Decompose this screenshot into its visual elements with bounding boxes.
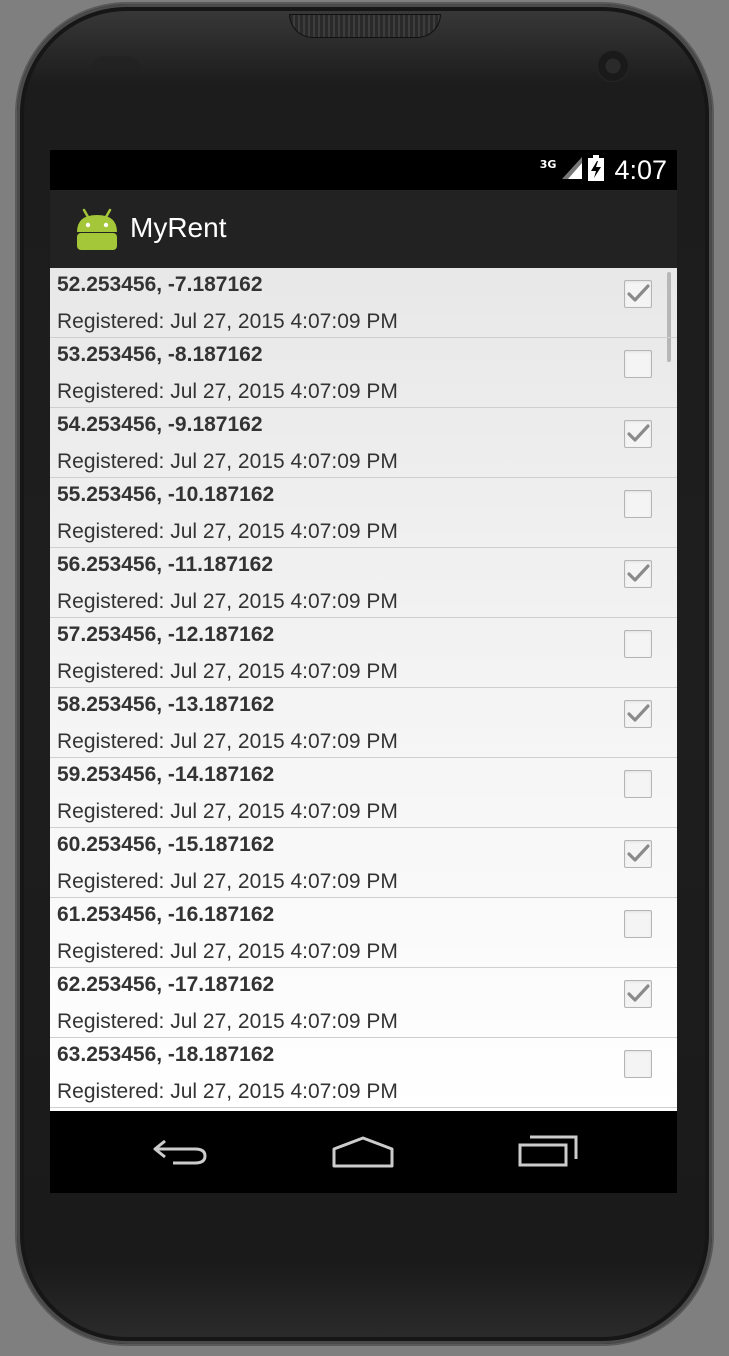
residence-geolocation: 54.253456, -9.187162 — [57, 413, 263, 436]
residence-date: Registered: Jul 27, 2015 4:07:09 PM — [57, 1010, 398, 1033]
android-robot-icon[interactable] — [74, 206, 120, 252]
list-item[interactable]: 53.253456, -8.187162 Registered: Jul 27, … — [50, 338, 677, 408]
checkmark-icon — [627, 284, 650, 302]
rented-checkbox[interactable] — [624, 770, 652, 798]
residence-geolocation: 52.253456, -7.187162 — [57, 273, 263, 296]
list-item[interactable]: 58.253456, -13.187162 Registered: Jul 27,… — [50, 688, 677, 758]
rented-checkbox[interactable] — [624, 560, 652, 588]
signal-icon — [562, 156, 583, 184]
front-camera — [597, 50, 629, 82]
status-clock: 4:07 — [614, 154, 667, 185]
residence-date: Registered: Jul 27, 2015 4:07:09 PM — [57, 590, 398, 613]
battery-icon — [588, 154, 605, 186]
list-item[interactable]: 57.253456, -12.187162 Registered: Jul 27,… — [50, 618, 677, 688]
status-icons: 3G 4:07 — [540, 154, 667, 186]
rented-checkbox[interactable] — [624, 490, 652, 518]
home-icon — [332, 1135, 394, 1174]
device-screen: 3G 4:07 MyRent 52.253456, -7.187162 Regi… — [50, 150, 677, 1193]
checkmark-icon — [627, 984, 650, 1002]
checkmark-icon — [627, 844, 650, 862]
residence-geolocation: 55.253456, -10.187162 — [57, 483, 275, 506]
action-bar: MyRent — [50, 190, 677, 269]
rented-checkbox[interactable] — [624, 1050, 652, 1078]
residence-geolocation: 59.253456, -14.187162 — [57, 763, 275, 786]
residence-date: Registered: Jul 27, 2015 4:07:09 PM — [57, 800, 398, 823]
back-button[interactable] — [140, 1129, 220, 1179]
rented-checkbox[interactable] — [624, 350, 652, 378]
navigation-bar — [50, 1113, 677, 1193]
recent-apps-button[interactable] — [508, 1129, 588, 1179]
residence-date: Registered: Jul 27, 2015 4:07:09 PM — [57, 1080, 398, 1103]
list-item[interactable]: 54.253456, -9.187162 Registered: Jul 27, … — [50, 408, 677, 478]
back-arrow-icon — [151, 1135, 209, 1174]
residence-geolocation: 60.253456, -15.187162 — [57, 833, 275, 856]
list-item[interactable]: 59.253456, -14.187162 Registered: Jul 27,… — [50, 758, 677, 828]
residence-geolocation: 56.253456, -11.187162 — [57, 553, 274, 576]
home-button[interactable] — [323, 1129, 403, 1179]
residence-date: Registered: Jul 27, 2015 4:07:09 PM — [57, 380, 398, 403]
residence-date: Registered: Jul 27, 2015 4:07:09 PM — [57, 660, 398, 683]
residence-date: Registered: Jul 27, 2015 4:07:09 PM — [57, 520, 398, 543]
rented-checkbox[interactable] — [624, 980, 652, 1008]
residence-date: Registered: Jul 27, 2015 4:07:09 PM — [57, 730, 398, 753]
rented-checkbox[interactable] — [624, 280, 652, 308]
residence-geolocation: 61.253456, -16.187162 — [57, 903, 275, 926]
checkmark-icon — [627, 564, 650, 582]
list-item[interactable]: 61.253456, -16.187162 Registered: Jul 27,… — [50, 898, 677, 968]
status-bar: 3G 4:07 — [50, 150, 677, 190]
residence-date: Registered: Jul 27, 2015 4:07:09 PM — [57, 310, 398, 333]
rented-checkbox[interactable] — [624, 910, 652, 938]
proximity-sensor — [93, 56, 139, 76]
residence-date: Registered: Jul 27, 2015 4:07:09 PM — [57, 450, 398, 473]
list-item[interactable]: 56.253456, -11.187162 Registered: Jul 27,… — [50, 548, 677, 618]
list-item[interactable]: 55.253456, -10.187162 Registered: Jul 27,… — [50, 478, 677, 548]
rented-checkbox[interactable] — [624, 630, 652, 658]
earpiece-speaker — [289, 14, 441, 38]
app-title: MyRent — [130, 212, 227, 243]
residence-geolocation: 62.253456, -17.187162 — [57, 973, 275, 996]
list-item[interactable]: 63.253456, -18.187162 Registered: Jul 27,… — [50, 1038, 677, 1108]
rented-checkbox[interactable] — [624, 840, 652, 868]
rented-checkbox[interactable] — [624, 700, 652, 728]
residence-date: Registered: Jul 27, 2015 4:07:09 PM — [57, 870, 398, 893]
network-type-label: 3G — [539, 157, 557, 171]
residence-geolocation: 63.253456, -18.187162 — [57, 1043, 275, 1066]
residence-geolocation: 58.253456, -13.187162 — [57, 693, 275, 716]
recent-apps-icon — [518, 1135, 578, 1174]
rented-checkbox[interactable] — [624, 420, 652, 448]
residence-geolocation: 57.253456, -12.187162 — [57, 623, 275, 646]
residence-date: Registered: Jul 27, 2015 4:07:09 PM — [57, 940, 398, 963]
checkmark-icon — [627, 704, 650, 722]
residence-geolocation: 53.253456, -8.187162 — [57, 343, 263, 366]
checkmark-icon — [627, 424, 650, 442]
list-item[interactable]: 62.253456, -17.187162 Registered: Jul 27,… — [50, 968, 677, 1038]
list-item[interactable]: 52.253456, -7.187162 Registered: Jul 27, … — [50, 268, 677, 338]
residence-list[interactable]: 52.253456, -7.187162 Registered: Jul 27, … — [50, 268, 677, 1111]
list-item[interactable]: 60.253456, -15.187162 Registered: Jul 27,… — [50, 828, 677, 898]
